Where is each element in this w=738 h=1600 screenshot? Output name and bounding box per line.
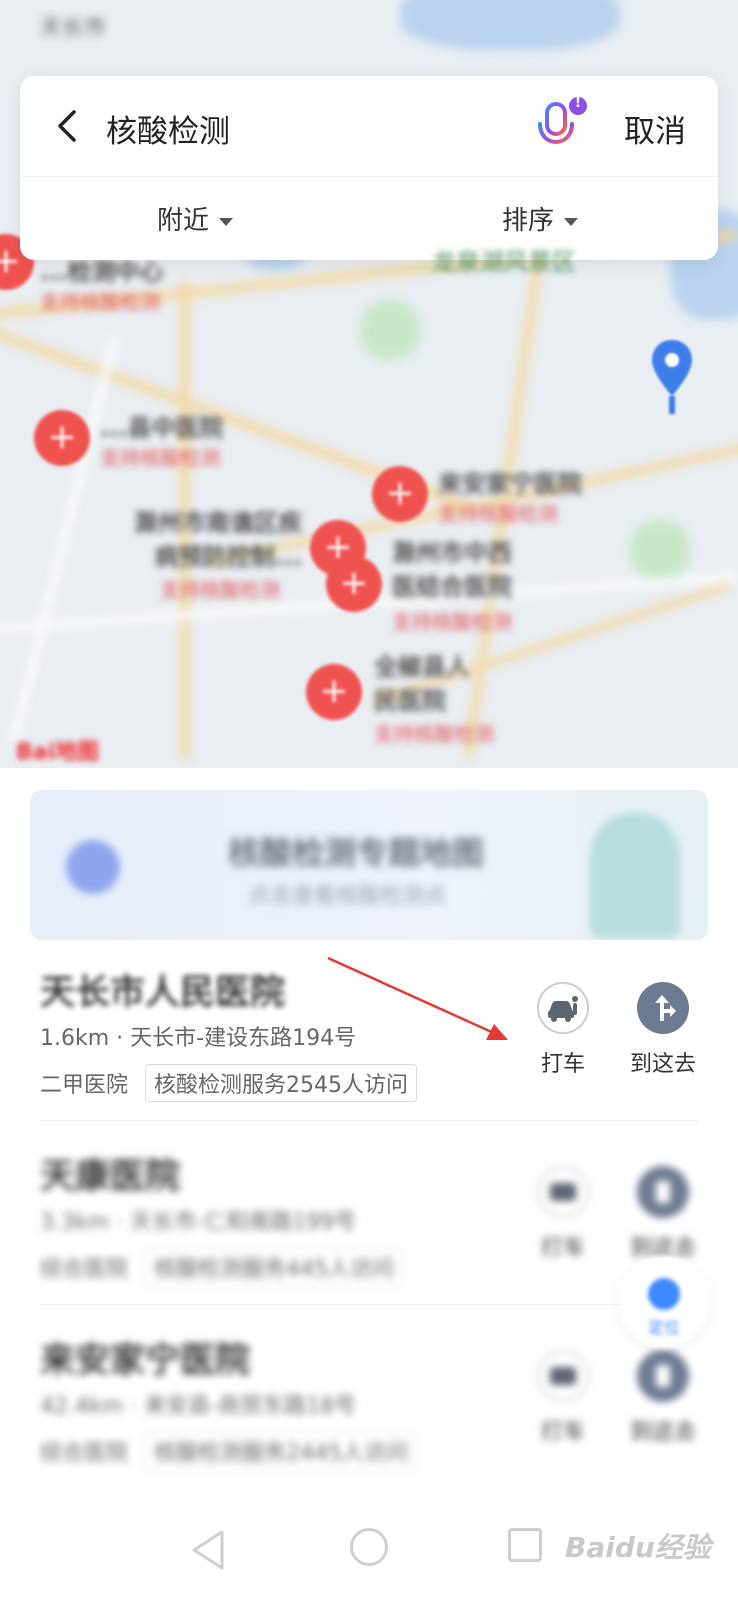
go-here-button[interactable]: 到这去 <box>618 1350 708 1446</box>
taxi-icon <box>550 1367 576 1385</box>
banner-title: 核酸检测专题地图 <box>228 834 485 872</box>
search-panel: 核酸检测 ! 取消 附近 排序 <box>20 76 718 260</box>
triangle-back-icon <box>192 1530 224 1570</box>
hospital-name: 来安家宁医院 <box>40 1341 251 1381</box>
locate-button[interactable]: 定位 <box>618 1256 710 1348</box>
poi-sub: 支持核酸检测 <box>40 290 160 314</box>
hospital-meta: 综合医院 核酸检测服务2445人访问 <box>40 1432 418 1470</box>
banner-illustration <box>590 812 680 938</box>
results-sheet: 核酸检测专题地图 点击查看核酸检测点 天长市人民医院 1.6km · 天长市-建… <box>0 768 738 1600</box>
nav-home-button[interactable] <box>350 1528 388 1566</box>
hospital-type: 二甲医院 <box>40 1073 129 1098</box>
hospital-meta: 二甲医院 核酸检测服务2545人访问 <box>40 1064 418 1102</box>
cancel-button[interactable]: 取消 <box>624 106 686 151</box>
taxi-icon <box>548 996 578 1022</box>
locate-label: 定位 <box>647 1318 680 1337</box>
caret-down-icon <box>219 217 234 226</box>
system-nav-bar: Baidu经验 <box>0 1518 738 1600</box>
filter-nearby-label: 附近 <box>157 206 210 236</box>
go-here-label: 到这去 <box>629 1052 696 1077</box>
banner-subtitle: 点击查看核酸检测点 <box>248 884 447 909</box>
map-logo: Bai地图 <box>16 740 100 765</box>
voice-search-button[interactable]: ! <box>526 94 594 162</box>
divider <box>20 176 718 177</box>
filter-sort-label: 排序 <box>502 206 555 236</box>
visit-count-tag: 核酸检测服务2445人访问 <box>145 1432 418 1470</box>
hospital-address: 3.3km · 天长市-仁和南路199号 <box>40 1210 357 1235</box>
poi-name: 滁州市中西医结合医院 <box>392 539 512 601</box>
search-bar: 核酸检测 ! 取消 <box>20 76 718 176</box>
watermark: Baidu经验 <box>565 1531 711 1564</box>
banner-icon <box>66 840 120 894</box>
hospital-type: 综合医院 <box>40 1441 129 1466</box>
poi-sub: 支持核酸检测 <box>100 446 220 470</box>
nucleic-test-map-banner[interactable]: 核酸检测专题地图 点击查看核酸检测点 <box>30 790 708 940</box>
poi-name: ...县中医院 <box>100 414 224 442</box>
nav-back-button[interactable] <box>188 1528 228 1576</box>
taxi-label: 打车 <box>540 1052 585 1077</box>
map-location-pin[interactable] <box>650 338 694 418</box>
visit-count-tag: 核酸检测服务445人访问 <box>145 1248 404 1286</box>
visit-count-tag: 核酸检测服务2545人访问 <box>145 1064 418 1102</box>
go-here-button[interactable]: 到这去 <box>618 1166 708 1262</box>
hospital-address: 1.6km · 天长市-建设东路194号 <box>40 1026 357 1051</box>
hospital-address: 42.4km · 来安县-商贸东路18号 <box>40 1394 357 1419</box>
poi-sub: 支持核酸检测 <box>392 610 512 634</box>
hospital-name: 天长市人民医院 <box>40 973 286 1013</box>
divider <box>40 1304 698 1305</box>
poi-sub: 支持核酸检测 <box>160 578 280 602</box>
route-arrow-icon <box>656 1365 670 1387</box>
taxi-button[interactable]: 打车 <box>518 1166 608 1262</box>
taxi-label: 打车 <box>540 1420 585 1445</box>
poi-name: 来安家宁医院 <box>438 470 582 498</box>
hospital-type: 综合医院 <box>40 1257 129 1282</box>
taxi-label: 打车 <box>540 1236 585 1261</box>
chevron-left-icon <box>58 110 76 142</box>
locate-icon <box>648 1278 680 1310</box>
taxi-button[interactable]: 打车 <box>518 1350 608 1446</box>
filter-nearby-dropdown[interactable]: 附近 <box>157 200 234 237</box>
map-scenic-label: 龙泉湖风景区 <box>432 248 576 276</box>
go-here-button[interactable]: 到这去 <box>618 982 708 1078</box>
poi-name: 滁州市南谯区疾病预防控制... <box>134 509 302 571</box>
taxi-icon <box>550 1183 576 1201</box>
nav-recents-button[interactable] <box>508 1528 542 1562</box>
taxi-button[interactable]: 打车 <box>518 982 608 1078</box>
voice-badge: ! <box>574 95 582 111</box>
hospital-name: 天康医院 <box>40 1157 181 1197</box>
hospital-result-item[interactable]: 天长市人民医院 1.6km · 天长市-建设东路194号 二甲医院 核酸检测服务… <box>0 964 738 1144</box>
filter-sort-dropdown[interactable]: 排序 <box>502 200 579 237</box>
route-arrow-icon <box>656 1181 670 1203</box>
poi-sub: 支持核酸检测 <box>374 722 494 746</box>
poi-name: 全椒县人民医院 <box>374 653 470 715</box>
map-top-label: 天长市 <box>40 16 107 41</box>
hospital-result-item[interactable]: 来安家宁医院 42.4km · 来安县-商贸东路18号 综合医院 核酸检测服务2… <box>0 1332 738 1512</box>
hospital-meta: 综合医院 核酸检测服务445人访问 <box>40 1248 404 1286</box>
back-button[interactable] <box>46 104 90 148</box>
divider <box>40 1120 698 1121</box>
poi-sub: 支持核酸检测 <box>438 502 558 526</box>
route-arrow-icon <box>655 995 676 1021</box>
go-here-label: 到这去 <box>629 1420 696 1445</box>
caret-down-icon <box>564 217 579 226</box>
search-query-text[interactable]: 核酸检测 <box>106 106 230 151</box>
